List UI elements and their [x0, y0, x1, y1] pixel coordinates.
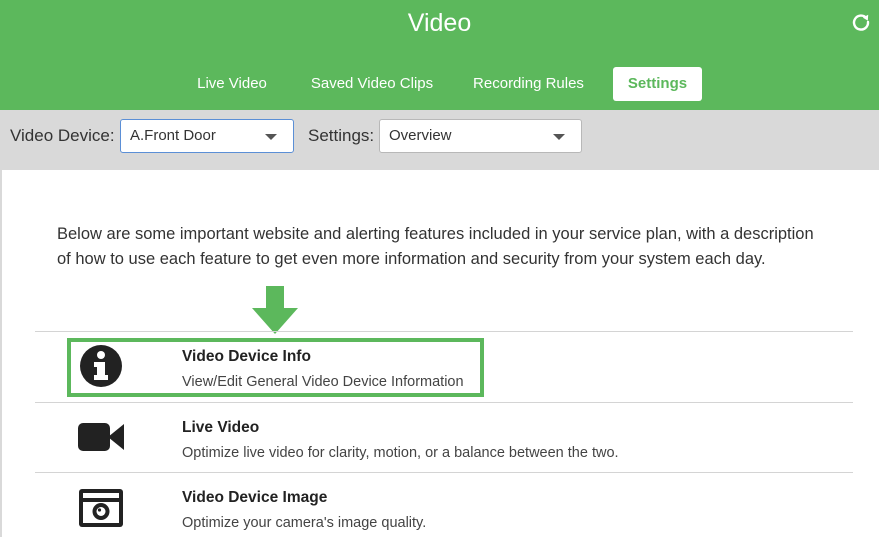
page-title: Video [407, 9, 472, 37]
content-panel: Below are some important website and ale… [2, 170, 879, 537]
chevron-down-icon [553, 134, 565, 140]
video-camera-icon [78, 423, 124, 451]
tab-settings[interactable]: Settings [613, 67, 702, 101]
list-item-title: Live Video [182, 419, 260, 436]
tab-saved-video-clips[interactable]: Saved Video Clips [305, 67, 439, 101]
video-device-label: Video Device: [10, 126, 115, 145]
intro-text: Below are some important website and ale… [57, 225, 814, 268]
list-item-title: Video Device Image [182, 489, 328, 506]
settings-value: Overview [389, 127, 452, 144]
camera-icon [79, 489, 123, 527]
chevron-down-icon [265, 134, 277, 140]
list-item-live-video[interactable]: Live Video Optimize live video for clari… [35, 403, 853, 473]
device-toolbar: Video Device: A.Front Door Settings: Ove… [0, 110, 879, 162]
list-item-description: Optimize live video for clarity, motion,… [182, 445, 619, 461]
refresh-icon[interactable] [851, 12, 871, 32]
video-device-value: A.Front Door [130, 127, 216, 144]
video-device-select[interactable]: A.Front Door [120, 119, 294, 153]
tab-recording-rules[interactable]: Recording Rules [466, 67, 591, 101]
settings-label: Settings: [308, 126, 375, 145]
list-item-video-device-image[interactable]: Video Device Image Optimize your camera'… [35, 473, 853, 537]
arrow-down-icon [252, 286, 298, 334]
tab-bar: Live Video Saved Video Clips Recording R… [0, 67, 879, 101]
tab-live-video[interactable]: Live Video [187, 67, 277, 101]
settings-select[interactable]: Overview [379, 119, 582, 153]
list-item-description: Optimize your camera's image quality. [182, 515, 427, 531]
app-header: Video Live Video Saved Video Clips Recor… [0, 0, 879, 110]
highlight-box [67, 338, 484, 397]
